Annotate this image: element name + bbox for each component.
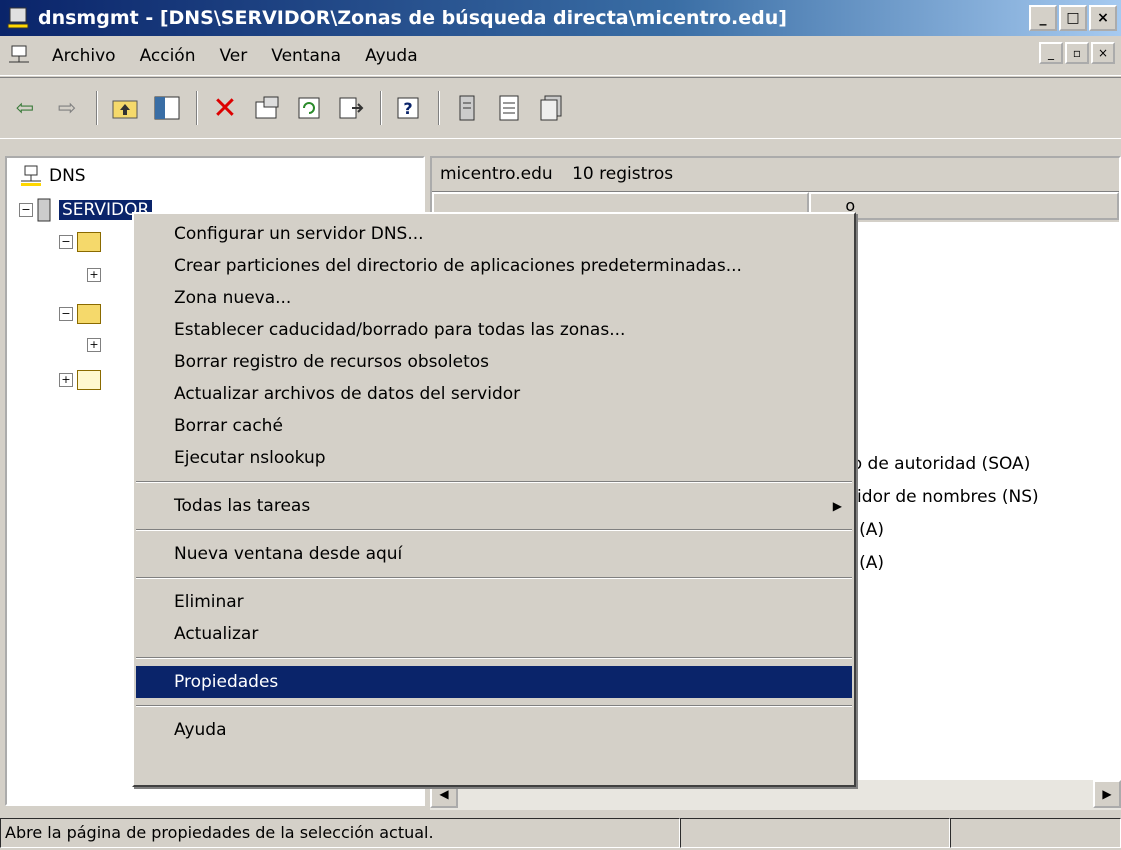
menu-ventana[interactable]: Ventana xyxy=(259,46,353,66)
tree-item-folder-1[interactable]: − xyxy=(59,232,101,252)
expand-icon[interactable]: + xyxy=(87,268,101,282)
menu-item-zona-nueva[interactable]: Zona nueva... xyxy=(136,282,852,314)
mdi-minimize-button[interactable]: _ xyxy=(1039,42,1063,64)
tree-item-folder-2[interactable]: − xyxy=(59,304,101,324)
submenu-arrow-icon: ▶ xyxy=(832,499,842,513)
tree-label-dns: DNS xyxy=(49,166,86,186)
menu-separator xyxy=(136,577,852,579)
window-title: dnsmgmt - [DNS\SERVIDOR\Zonas de búsqued… xyxy=(38,7,787,29)
expand-icon[interactable]: + xyxy=(87,338,101,352)
menu-bar: Archivo Acción Ver Ventana Ayuda _ ▫ × xyxy=(0,36,1121,76)
menu-separator xyxy=(136,481,852,483)
collapse-icon[interactable]: − xyxy=(59,235,73,249)
dns-app-icon xyxy=(7,7,29,29)
menu-separator xyxy=(136,529,852,531)
svg-text:?: ? xyxy=(403,99,412,118)
maximize-button[interactable]: □ xyxy=(1059,5,1087,31)
mmc-icon[interactable] xyxy=(6,44,32,68)
menu-archivo[interactable]: Archivo xyxy=(40,46,128,66)
menu-item-configurar-servidor[interactable]: Configurar un servidor DNS... xyxy=(136,218,852,250)
delete-icon[interactable]: ✕ xyxy=(208,91,242,126)
tree-item-child-2[interactable]: + xyxy=(87,338,105,352)
server-icon[interactable] xyxy=(450,91,484,125)
mdi-close-button[interactable]: × xyxy=(1091,42,1115,64)
zone-name: micentro.edu xyxy=(440,164,553,184)
zone-icon[interactable] xyxy=(534,91,568,125)
record-rows: io de autoridad (SOA) vidor de nombres (… xyxy=(847,448,1039,580)
mdi-restore-button[interactable]: ▫ xyxy=(1065,42,1089,64)
menu-separator xyxy=(136,657,852,659)
menu-item-todas-tareas-label: Todas las tareas xyxy=(174,496,311,516)
menu-item-crear-particiones[interactable]: Crear particiones del directorio de apli… xyxy=(136,250,852,282)
list-header: micentro.edu 10 registros xyxy=(432,158,1119,192)
menu-item-establecer-caducidad[interactable]: Establecer caducidad/borrado para todas … xyxy=(136,314,852,346)
status-panel-3 xyxy=(950,818,1121,848)
menu-item-ejecutar-nslookup[interactable]: Ejecutar nslookup xyxy=(136,442,852,474)
collapse-icon[interactable]: − xyxy=(19,203,33,217)
context-menu: Configurar un servidor DNS... Crear part… xyxy=(132,212,856,787)
back-arrow-icon[interactable]: ⇦ xyxy=(8,91,42,125)
show-hide-tree-icon[interactable] xyxy=(150,91,184,125)
list-item[interactable]: vidor de nombres (NS) xyxy=(847,481,1039,514)
menu-item-todas-tareas[interactable]: Todas las tareas ▶ xyxy=(136,490,852,522)
tree-item-child-1[interactable]: + xyxy=(87,268,105,282)
menu-item-actualizar[interactable]: Actualizar xyxy=(136,618,852,650)
expand-icon[interactable]: + xyxy=(59,373,73,387)
menu-item-propiedades[interactable]: Propiedades xyxy=(136,666,852,698)
scroll-right-icon[interactable]: ▶ xyxy=(1093,780,1121,808)
record-icon[interactable] xyxy=(492,91,526,125)
status-panel-2 xyxy=(680,818,950,848)
list-item[interactable]: io de autoridad (SOA) xyxy=(847,448,1039,481)
list-item[interactable]: t (A) xyxy=(847,514,1039,547)
menu-item-eliminar[interactable]: Eliminar xyxy=(136,586,852,618)
title-bar[interactable]: dnsmgmt - [DNS\SERVIDOR\Zonas de búsqued… xyxy=(0,0,1121,36)
minimize-button[interactable]: _ xyxy=(1029,5,1057,31)
menu-item-actualizar-archivos[interactable]: Actualizar archivos de datos del servido… xyxy=(136,378,852,410)
refresh-icon[interactable] xyxy=(292,91,326,125)
help-icon[interactable]: ? xyxy=(392,91,426,125)
status-bar: Abre la página de propiedades de la sele… xyxy=(0,818,1121,850)
collapse-icon[interactable]: − xyxy=(59,307,73,321)
status-text: Abre la página de propiedades de la sele… xyxy=(0,818,680,848)
menu-item-ayuda[interactable]: Ayuda xyxy=(136,714,852,746)
export-list-icon[interactable] xyxy=(334,91,368,125)
menu-accion[interactable]: Acción xyxy=(128,46,208,66)
up-folder-icon[interactable] xyxy=(108,91,142,125)
menu-item-borrar-cache[interactable]: Borrar caché xyxy=(136,410,852,442)
forward-arrow-icon[interactable]: ⇨ xyxy=(50,91,84,125)
menu-separator xyxy=(136,705,852,707)
menu-item-nueva-ventana[interactable]: Nueva ventana desde aquí xyxy=(136,538,852,570)
folder-icon xyxy=(77,304,101,324)
close-button[interactable]: × xyxy=(1089,5,1117,31)
folder-icon xyxy=(77,232,101,252)
list-item[interactable]: t (A) xyxy=(847,547,1039,580)
menu-ver[interactable]: Ver xyxy=(208,46,260,66)
properties-icon[interactable] xyxy=(250,91,284,125)
server-node-icon xyxy=(37,198,51,222)
dns-root-icon xyxy=(21,165,41,186)
toolbar: ⇦ ⇨ ✕ ? xyxy=(0,77,1121,139)
menu-item-borrar-registro[interactable]: Borrar registro de recursos obsoletos xyxy=(136,346,852,378)
tree-item-event-viewer[interactable]: + xyxy=(59,370,101,390)
record-count: 10 registros xyxy=(572,164,674,184)
menu-ayuda[interactable]: Ayuda xyxy=(353,46,430,66)
tree-item-dns[interactable]: DNS xyxy=(19,164,86,188)
event-log-icon xyxy=(77,370,101,390)
